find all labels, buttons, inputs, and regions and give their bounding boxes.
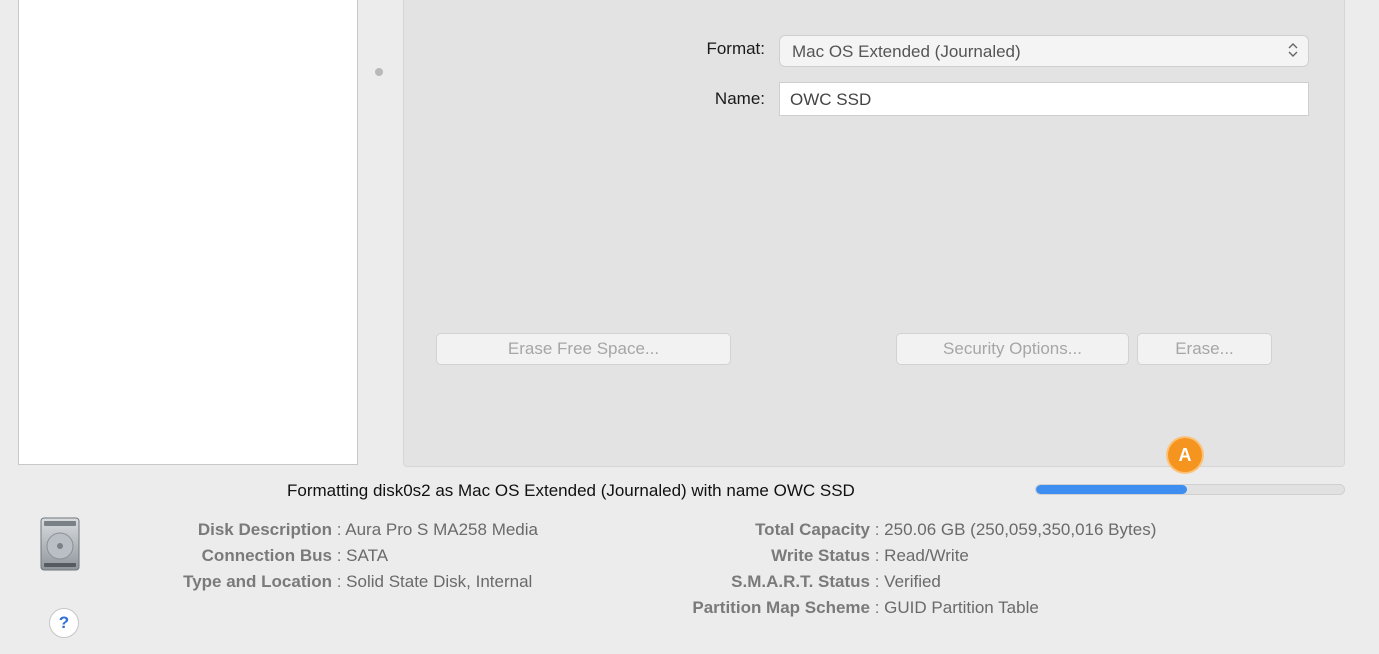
info-value: Aura Pro S MA258 Media — [345, 520, 538, 539]
info-row-connection-bus: Connection Bus : SATA — [140, 546, 388, 566]
info-row-total-capacity: Total Capacity : 250.06 GB (250,059,350,… — [626, 520, 1156, 540]
splitter-handle[interactable] — [375, 68, 383, 76]
erase-button[interactable]: Erase... — [1137, 333, 1272, 365]
format-select[interactable]: Mac OS Extended (Journaled) — [779, 35, 1309, 67]
info-row-type-and-location: Type and Location : Solid State Disk, In… — [140, 572, 532, 592]
progress-bar-fill — [1036, 485, 1187, 494]
erase-panel — [403, 0, 1345, 467]
info-key: Write Status — [771, 546, 870, 565]
format-label: Format: — [706, 39, 765, 58]
progress-status-text: Formatting disk0s2 as Mac OS Extended (J… — [287, 481, 855, 500]
up-down-chevron-icon — [1288, 41, 1298, 59]
erase-free-space-button[interactable]: Erase Free Space... — [436, 333, 731, 365]
name-label: Name: — [714, 89, 765, 108]
info-key: Disk Description — [197, 520, 332, 539]
info-value: Read/Write — [884, 546, 969, 565]
info-row-smart-status: S.M.A.R.T. Status : Verified — [626, 572, 941, 592]
info-row-partition-map-scheme: Partition Map Scheme : GUID Partition Ta… — [626, 598, 1039, 618]
info-row-disk-description: Disk Description : Aura Pro S MA258 Medi… — [140, 520, 538, 540]
info-key: Partition Map Scheme — [692, 598, 870, 617]
security-options-button[interactable]: Security Options... — [896, 333, 1129, 365]
info-value: GUID Partition Table — [884, 598, 1039, 617]
info-value: SATA — [346, 546, 389, 565]
help-button[interactable]: ? — [49, 608, 79, 638]
info-value: 250.06 GB (250,059,350,016 Bytes) — [884, 520, 1157, 539]
info-value: Solid State Disk, Internal — [346, 572, 533, 591]
info-key: Connection Bus — [201, 546, 332, 565]
info-row-write-status: Write Status : Read/Write — [626, 546, 969, 566]
hard-disk-icon — [40, 516, 80, 572]
format-select-value: Mac OS Extended (Journaled) — [792, 42, 1021, 61]
info-key: Total Capacity — [755, 520, 870, 539]
annotation-badge: A — [1168, 438, 1202, 472]
info-key: S.M.A.R.T. Status — [731, 572, 870, 591]
disk-list-sidebar[interactable] — [18, 0, 358, 465]
info-value: Verified — [884, 572, 941, 591]
info-key: Type and Location — [183, 572, 332, 591]
progress-bar — [1035, 484, 1345, 495]
name-input[interactable]: OWC SSD — [779, 82, 1309, 116]
